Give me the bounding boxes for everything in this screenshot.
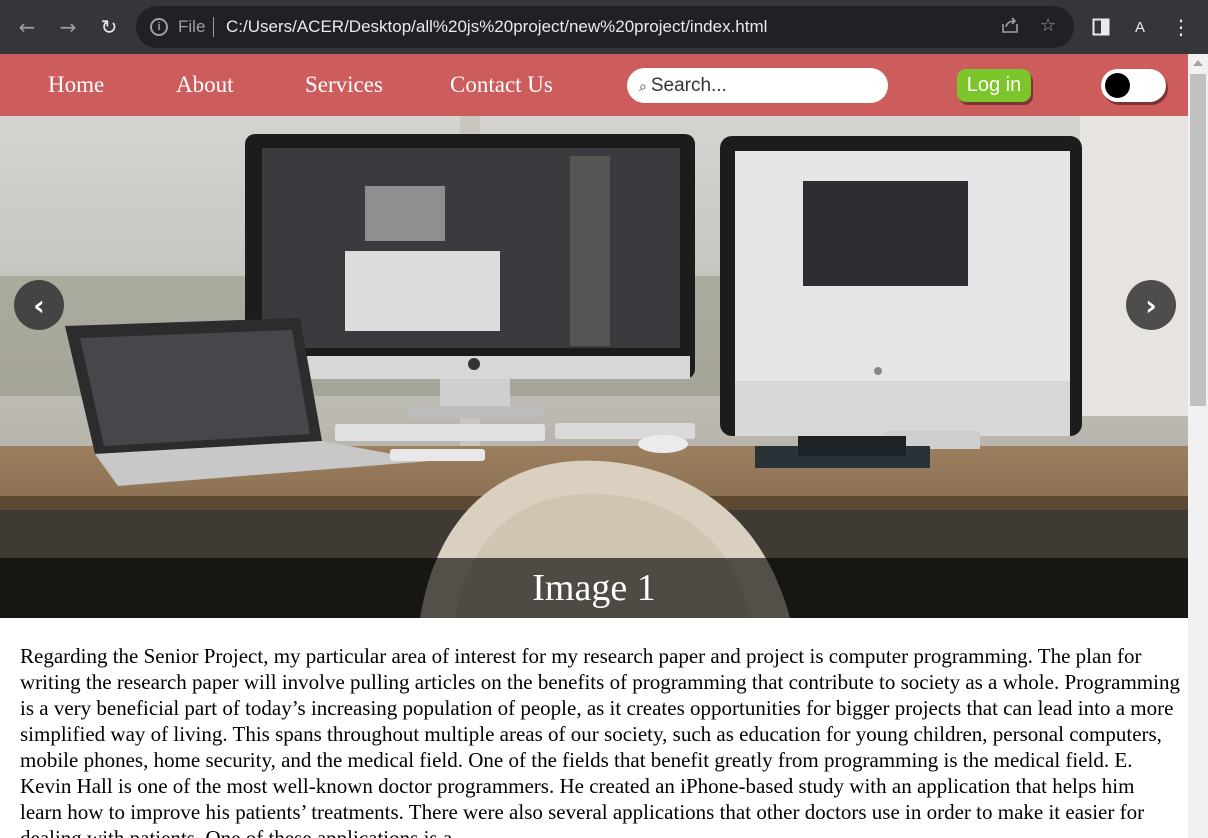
search-icon: ⌕ xyxy=(639,79,647,95)
toggle-knob xyxy=(1105,73,1130,98)
side-panel-icon[interactable] xyxy=(1084,10,1118,44)
file-scheme-label: File xyxy=(178,17,206,36)
slide-image-desk-monitors xyxy=(0,116,1188,618)
url-text[interactable]: C:/Users/ACER/Desktop/all%20js%20project… xyxy=(226,17,767,37)
address-bar[interactable]: i File C:/Users/ACER/Desktop/all%20js%20… xyxy=(136,6,1074,48)
nav-home-link[interactable]: Home xyxy=(48,72,104,98)
profile-avatar[interactable]: A xyxy=(1123,10,1157,44)
address-divider xyxy=(213,17,214,37)
slide-caption: Image 1 xyxy=(532,567,656,609)
slideshow: ‹ › Image 1 xyxy=(0,116,1188,618)
slide-caption-bar: Image 1 xyxy=(0,558,1188,618)
nav-about-link[interactable]: About xyxy=(176,72,234,98)
nav-services-link[interactable]: Services xyxy=(305,72,383,98)
site-navbar: Home About Services Contact Us ⌕ Log in xyxy=(0,54,1188,116)
scroll-thumb[interactable] xyxy=(1190,74,1206,406)
info-icon[interactable]: i xyxy=(150,18,168,36)
slide-next-button[interactable]: › xyxy=(1126,280,1176,330)
nav-contact-link[interactable]: Contact Us xyxy=(450,72,553,98)
forward-arrow-icon[interactable]: → xyxy=(51,10,85,44)
search-input[interactable] xyxy=(650,74,871,97)
browser-toolbar: ← → ↻ i File C:/Users/ACER/Desktop/all%2… xyxy=(0,0,1208,54)
article-paragraph: Regarding the Senior Project, my particu… xyxy=(20,644,1180,838)
share-icon[interactable] xyxy=(1000,15,1020,40)
slide-prev-button[interactable]: ‹ xyxy=(14,280,64,330)
more-menu-icon[interactable]: ⋮ xyxy=(1164,10,1198,44)
reload-icon[interactable]: ↻ xyxy=(92,10,126,44)
login-button[interactable]: Log in xyxy=(957,69,1031,102)
bookmark-star-icon[interactable]: ☆ xyxy=(1040,15,1056,36)
back-arrow-icon[interactable]: ← xyxy=(10,10,44,44)
page-scrollbar[interactable] xyxy=(1188,54,1208,838)
scroll-up-arrow-icon[interactable] xyxy=(1193,60,1203,66)
search-box[interactable]: ⌕ xyxy=(627,68,888,103)
theme-toggle[interactable] xyxy=(1101,69,1166,102)
